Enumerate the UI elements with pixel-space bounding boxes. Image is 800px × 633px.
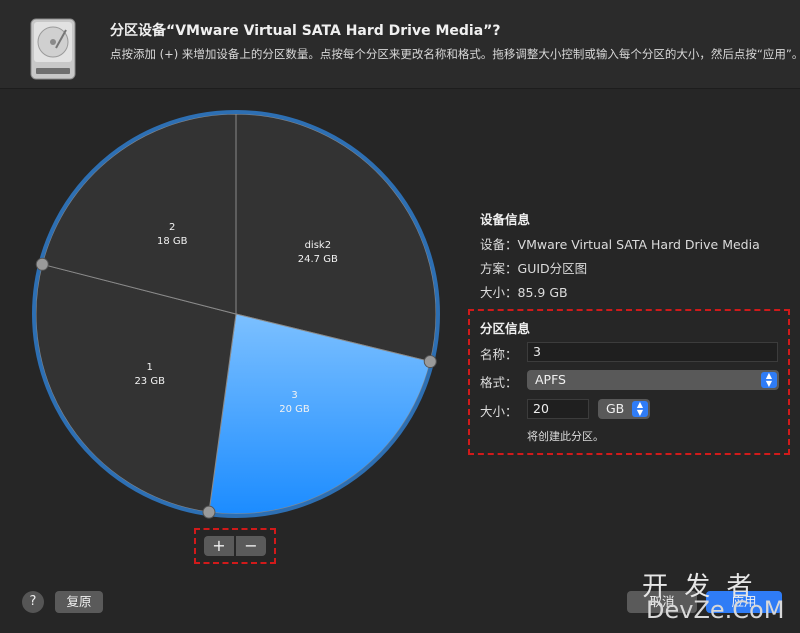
help-button[interactable]: ? <box>22 591 44 613</box>
format-select-value: APFS <box>535 372 566 387</box>
partition-size-input[interactable]: 20 <box>527 399 589 419</box>
add-partition-button[interactable]: + <box>204 536 234 556</box>
device-value: VMware Virtual SATA Hard Drive Media <box>517 237 760 252</box>
partition-pie-chart[interactable]: disk2 24.7 GB 3 20 GB 1 23 GB 2 18 GB <box>30 108 442 520</box>
dialog-title: 分区设备“VMware Virtual SATA Hard Drive Medi… <box>110 23 501 39</box>
device-label: 设备： <box>480 237 518 252</box>
watermark: 开 发 者 DevZe.CoM <box>642 566 792 628</box>
partition-info-title: 分区信息 <box>480 321 531 336</box>
slice-name-label: disk2 <box>305 240 332 251</box>
slice-name-label: 2 <box>169 222 175 233</box>
device-size-value: 85.9 GB <box>517 285 568 300</box>
device-row: 设备：VMware Virtual SATA Hard Drive Media <box>480 234 760 253</box>
partition-size-label: 大小： <box>480 404 518 419</box>
partition-name-label: 名称： <box>480 347 518 362</box>
resize-handle[interactable] <box>202 505 216 519</box>
dialog-description: 点按添加 (+) 来增加设备上的分区数量。点按每个分区来更改名称和格式。拖移调整… <box>110 47 800 61</box>
slice-size-label: 18 GB <box>157 236 188 247</box>
format-select[interactable]: APFS ▲ ▼ <box>527 370 779 390</box>
size-row: 大小：85.9 GB <box>480 282 568 301</box>
scheme-label: 方案： <box>480 261 518 276</box>
slice-name-label: 3 <box>291 390 297 401</box>
slice-size-label: 23 GB <box>134 376 165 387</box>
pie-svg[interactable]: disk2 24.7 GB 3 20 GB 1 23 GB 2 18 GB <box>30 108 442 520</box>
dialog-header: 分区设备“VMware Virtual SATA Hard Drive Medi… <box>0 0 800 89</box>
resize-handle[interactable] <box>423 355 437 369</box>
watermark-line2: DevZe.CoM <box>646 596 785 624</box>
partition-note: 将创建此分区。 <box>527 430 604 443</box>
scheme-row: 方案：GUID分区图 <box>480 258 587 277</box>
chevron-updown-icon: ▲ ▼ <box>632 401 648 417</box>
slice-size-label: 24.7 GB <box>298 254 338 265</box>
remove-partition-button[interactable]: − <box>236 536 266 556</box>
partition-name-input[interactable]: 3 <box>527 342 778 362</box>
device-info-title: 设备信息 <box>480 212 531 227</box>
chevron-updown-icon: ▲ ▼ <box>761 372 777 388</box>
size-unit-value: GB <box>606 401 625 416</box>
scheme-value: GUID分区图 <box>517 261 588 276</box>
resize-handle[interactable] <box>35 257 49 271</box>
slice-size-label: 20 GB <box>279 404 310 415</box>
slice-name-label: 1 <box>147 362 153 373</box>
device-size-label: 大小： <box>480 285 518 300</box>
hard-drive-icon <box>30 18 76 80</box>
revert-button[interactable]: 复原 <box>55 591 103 613</box>
size-unit-select[interactable]: GB ▲ ▼ <box>598 399 650 419</box>
format-label: 格式： <box>480 375 518 390</box>
